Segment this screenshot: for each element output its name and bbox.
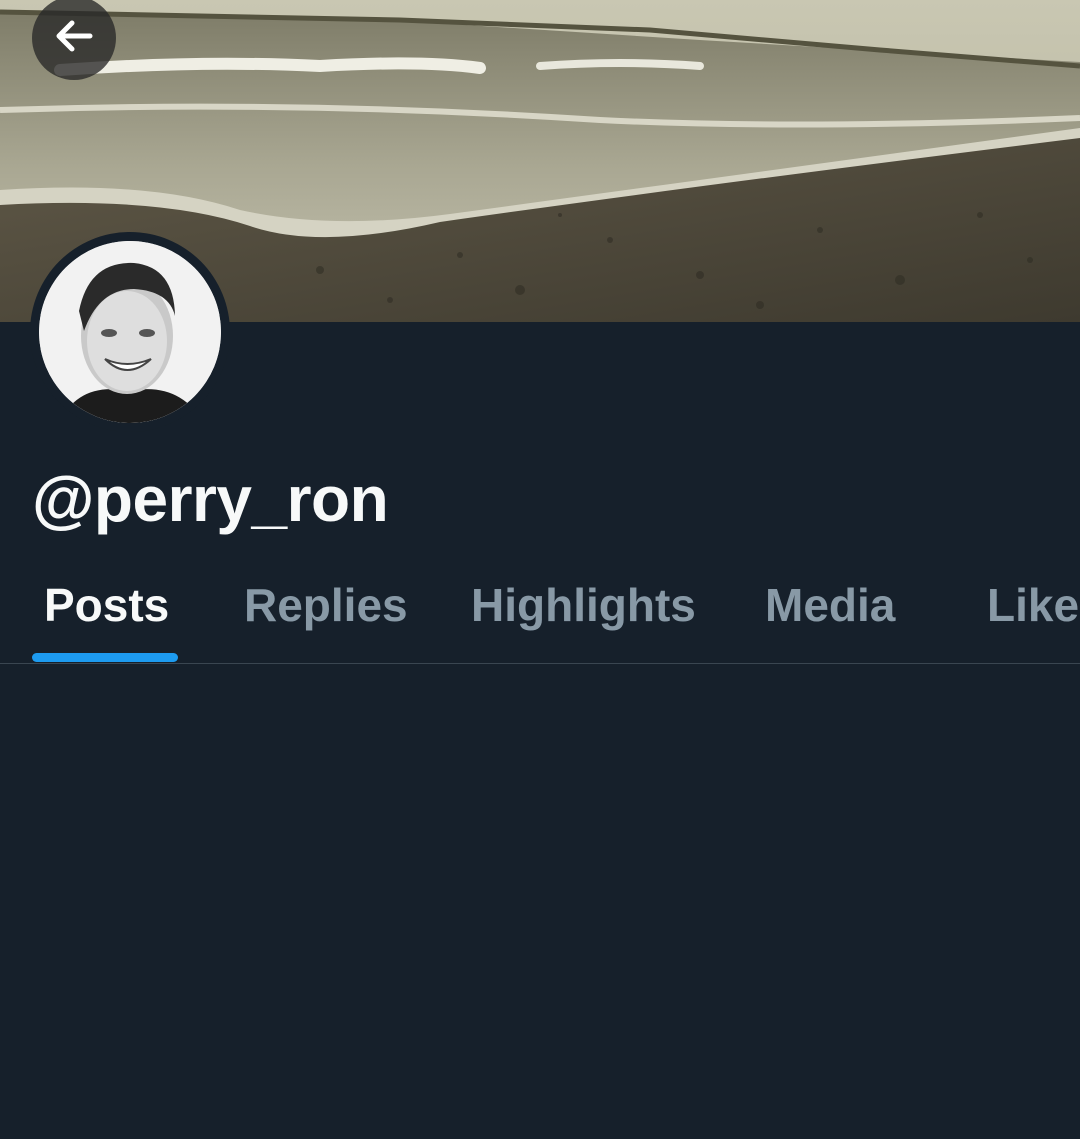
avatar[interactable] (30, 232, 230, 432)
arrow-left-icon (50, 12, 98, 65)
posts-feed (0, 664, 1080, 1139)
profile-tabs: Posts Replies Highlights Media Likes (0, 560, 1080, 664)
profile-handle: @perry_ron (32, 463, 389, 535)
back-button[interactable] (32, 0, 116, 80)
avatar-photo (39, 241, 221, 423)
active-tab-indicator (32, 653, 178, 662)
tab-likes[interactable]: Likes (987, 578, 1080, 632)
tab-replies[interactable]: Replies (244, 578, 408, 632)
profile-page: @perry_ron Posts Replies Highlights Medi… (0, 0, 1080, 1139)
tab-posts[interactable]: Posts (44, 578, 169, 632)
tab-highlights[interactable]: Highlights (471, 578, 696, 632)
tab-media[interactable]: Media (765, 578, 895, 632)
